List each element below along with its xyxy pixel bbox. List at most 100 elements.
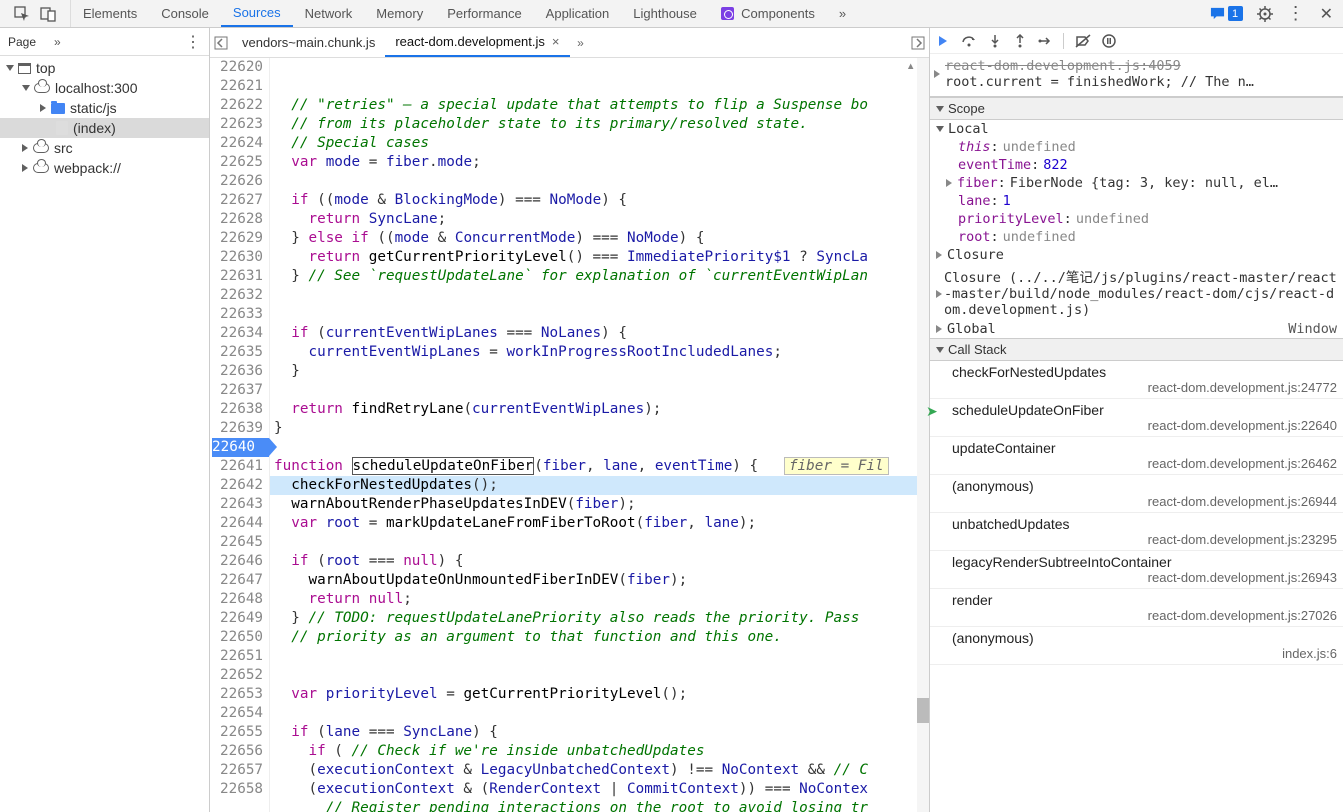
- source-tab-label: vendors~main.chunk.js: [242, 35, 375, 50]
- tree-item-localhost[interactable]: localhost:300: [0, 78, 209, 98]
- step-into-button[interactable]: [988, 34, 1002, 48]
- callstack-panel-title: Call Stack: [948, 342, 1007, 357]
- scope-var-root[interactable]: root:undefined: [930, 228, 1343, 246]
- stack-frame[interactable]: renderreact-dom.development.js:27026: [930, 589, 1343, 627]
- scope-var-eventTime[interactable]: eventTime:822: [930, 156, 1343, 174]
- stack-frame-name: render: [938, 592, 1337, 608]
- close-tab-icon[interactable]: ×: [552, 34, 560, 49]
- tab-elements[interactable]: Elements: [71, 0, 149, 27]
- tree-label: static/js: [70, 100, 117, 116]
- source-tabs-overflow[interactable]: »: [570, 28, 592, 57]
- source-tab-label: react-dom.development.js: [395, 34, 545, 49]
- current-frame-arrow-icon: ➤: [926, 403, 938, 420]
- stack-frame[interactable]: legacyRenderSubtreeIntoContainerreact-do…: [930, 551, 1343, 589]
- tree-item-index[interactable]: (index): [0, 118, 209, 138]
- stack-frame[interactable]: unbatchedUpdatesreact-dom.development.js…: [930, 513, 1343, 551]
- scope-closure-body[interactable]: Closure (../../笔记/js/plugins/react-maste…: [942, 264, 1343, 320]
- frame-icon: [18, 63, 31, 74]
- tree-label: src: [54, 140, 73, 156]
- tree-label: top: [36, 60, 55, 76]
- stack-frame[interactable]: ➤scheduleUpdateOnFiberreact-dom.developm…: [930, 399, 1343, 437]
- tree-item-src[interactable]: src: [0, 138, 209, 158]
- inspect-element-icon[interactable]: [14, 6, 30, 22]
- stack-frame-location: react-dom.development.js:26944: [938, 494, 1337, 509]
- stack-frame-location: react-dom.development.js:22640: [938, 418, 1337, 433]
- tab-performance[interactable]: Performance: [435, 0, 533, 27]
- stack-frame-name: checkForNestedUpdates: [938, 364, 1337, 380]
- callstack-panel-header[interactable]: Call Stack: [930, 338, 1343, 361]
- scope-panel-header[interactable]: Scope: [930, 97, 1343, 120]
- tree-item-top[interactable]: top: [0, 58, 209, 78]
- navigator-menu-button[interactable]: ⋮: [185, 32, 201, 52]
- navigator-page-label[interactable]: Page: [8, 35, 36, 49]
- messages-button[interactable]: 1: [1210, 6, 1243, 21]
- scope-global-header[interactable]: Global Window: [930, 320, 1343, 338]
- scrollbar-thumb[interactable]: [917, 698, 929, 723]
- editor-more-button[interactable]: [907, 28, 929, 57]
- scope-local-title: Local: [948, 121, 989, 137]
- menu-button[interactable]: ⋮: [1287, 3, 1306, 24]
- device-toggle-icon[interactable]: [40, 6, 56, 22]
- stack-frame[interactable]: updateContainerreact-dom.development.js:…: [930, 437, 1343, 475]
- scope-global-title: Global: [947, 321, 996, 337]
- chat-icon: [1210, 6, 1225, 21]
- folder-icon: [51, 103, 65, 114]
- tree-item-webpack[interactable]: webpack://: [0, 158, 209, 178]
- pause-on-exceptions-button[interactable]: [1102, 34, 1116, 48]
- source-tab-reactdom[interactable]: react-dom.development.js ×: [385, 28, 569, 57]
- tab-network[interactable]: Network: [293, 0, 365, 27]
- source-tab-vendors[interactable]: vendors~main.chunk.js: [232, 28, 385, 57]
- devtools-tab-bar: Elements Console Sources Network Memory …: [0, 0, 1343, 28]
- paused-context-file: react-dom.development.js:4059: [945, 58, 1254, 74]
- tab-application[interactable]: Application: [534, 0, 622, 27]
- tab-lighthouse[interactable]: Lighthouse: [621, 0, 709, 27]
- react-icon: [721, 7, 734, 20]
- resume-button[interactable]: [936, 34, 950, 48]
- scope-var-fiber[interactable]: fiber:FiberNode {tag: 3, key: null, el…: [930, 174, 1343, 192]
- settings-button[interactable]: [1257, 6, 1273, 22]
- tabs-overflow-button[interactable]: »: [827, 0, 858, 27]
- file-tree: top localhost:300 static/js (index) src …: [0, 56, 209, 180]
- tree-label: (index): [73, 120, 116, 136]
- line-number-gutter[interactable]: 2262022621226222262322624226252262622627…: [210, 58, 270, 812]
- scope-var-priorityLevel[interactable]: priorityLevel:undefined: [930, 210, 1343, 228]
- scope-closure-header[interactable]: Closure: [930, 246, 1343, 264]
- tab-components-label: Components: [741, 6, 815, 21]
- code-content[interactable]: // "retries" — a special update that att…: [270, 58, 929, 812]
- file-icon: [56, 121, 68, 135]
- step-over-button[interactable]: [961, 34, 977, 48]
- step-button[interactable]: [1038, 34, 1052, 48]
- scope-global-value: Window: [1288, 321, 1337, 337]
- editor-history-button[interactable]: [210, 28, 232, 57]
- close-devtools-button[interactable]: ✕: [1320, 4, 1333, 24]
- stack-frame-location: react-dom.development.js:26943: [938, 570, 1337, 585]
- scope-var-lane[interactable]: lane:1: [930, 192, 1343, 210]
- scroll-up-arrow[interactable]: ▴: [906, 58, 915, 74]
- scope-panel-title: Scope: [948, 101, 985, 116]
- stack-frame-location: react-dom.development.js:24772: [938, 380, 1337, 395]
- cloud-icon: [34, 83, 50, 93]
- stack-frame-location: index.js:6: [938, 646, 1337, 661]
- tree-label: webpack://: [54, 160, 121, 176]
- stack-frame-name: (anonymous): [938, 630, 1337, 646]
- tab-memory[interactable]: Memory: [364, 0, 435, 27]
- step-out-button[interactable]: [1013, 34, 1027, 48]
- stack-frame-name: updateContainer: [938, 440, 1337, 456]
- call-stack-list: checkForNestedUpdatesreact-dom.developme…: [930, 361, 1343, 665]
- tab-console[interactable]: Console: [149, 0, 221, 27]
- tab-sources[interactable]: Sources: [221, 0, 293, 27]
- stack-frame[interactable]: checkForNestedUpdatesreact-dom.developme…: [930, 361, 1343, 399]
- stack-frame[interactable]: (anonymous)index.js:6: [930, 627, 1343, 665]
- scope-local-header[interactable]: Local: [930, 120, 1343, 138]
- editor-scrollbar[interactable]: [917, 58, 929, 812]
- tree-item-staticjs[interactable]: static/js: [0, 98, 209, 118]
- stack-frame-name: unbatchedUpdates: [938, 516, 1337, 532]
- tab-components[interactable]: Components: [709, 0, 827, 27]
- deactivate-breakpoints-button[interactable]: [1075, 34, 1091, 48]
- scope-var-this[interactable]: this:undefined: [930, 138, 1343, 156]
- stack-frame-location: react-dom.development.js:27026: [938, 608, 1337, 623]
- stack-frame-location: react-dom.development.js:23295: [938, 532, 1337, 547]
- navigator-more-button[interactable]: »: [54, 35, 61, 49]
- debugger-toolbar: [930, 28, 1343, 54]
- stack-frame[interactable]: (anonymous)react-dom.development.js:2694…: [930, 475, 1343, 513]
